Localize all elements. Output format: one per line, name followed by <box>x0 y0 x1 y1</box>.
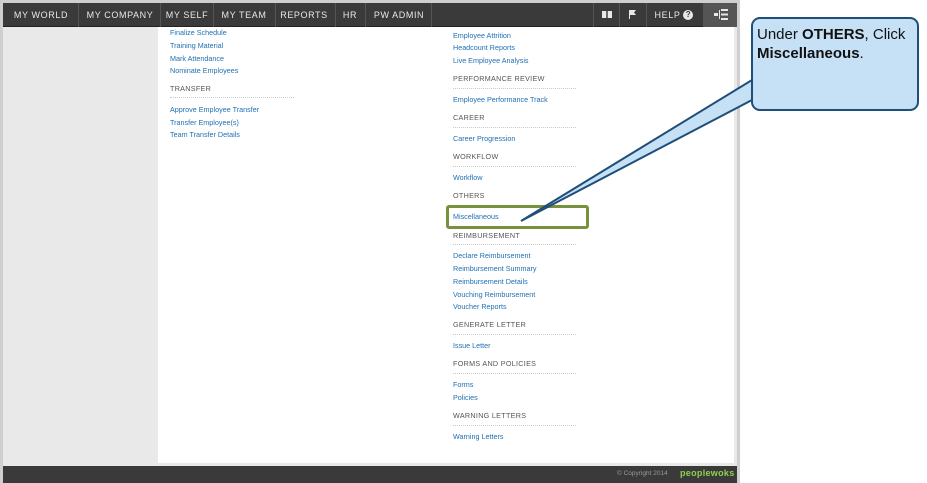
link-live-employee-analysis[interactable]: Live Employee Analysis <box>453 56 529 65</box>
nav-reports[interactable]: REPORTS <box>278 3 330 27</box>
section-divider <box>453 373 576 374</box>
nav-divider <box>78 3 79 27</box>
nav-divider <box>646 3 647 27</box>
link-vouching-reimbursement[interactable]: Vouching Reimbursement <box>453 290 535 299</box>
callout-text-pre: Under <box>757 26 803 43</box>
link-finalize-schedule[interactable]: Finalize Schedule <box>170 28 227 37</box>
copyright-text: © Copyright 2014 <box>617 470 668 477</box>
heading-career: CAREER <box>453 113 485 122</box>
link-headcount-reports[interactable]: Headcount Reports <box>453 43 515 52</box>
help-label: HELP <box>654 10 681 20</box>
help-icon: ? <box>683 9 694 20</box>
nav-divider <box>431 3 432 27</box>
brand-logo: peoplewoks <box>680 468 735 478</box>
heading-forms-and-policies: FORMS AND POLICIES <box>453 359 537 368</box>
link-reimbursement-details[interactable]: Reimbursement Details <box>453 277 528 286</box>
top-navbar: MY WORLD MY COMPANY MY SELF MY TEAM REPO… <box>3 3 737 27</box>
nav-divider <box>619 3 620 27</box>
link-training-material[interactable]: Training Material <box>170 41 223 50</box>
nav-divider <box>335 3 336 27</box>
nav-divider <box>593 3 594 27</box>
heading-reimbursement: REIMBURSEMENT <box>453 231 520 240</box>
link-issue-letter[interactable]: Issue Letter <box>453 341 491 350</box>
nav-my-self[interactable]: MY SELF <box>163 3 211 27</box>
section-divider <box>453 88 576 89</box>
link-nominate-employees[interactable]: Nominate Employees <box>170 66 238 75</box>
nav-pw-admin[interactable]: PW ADMIN <box>368 3 430 27</box>
link-forms[interactable]: Forms <box>453 380 473 389</box>
heading-transfer: TRANSFER <box>170 84 212 93</box>
link-team-transfer-details[interactable]: Team Transfer Details <box>170 130 240 139</box>
section-divider <box>453 334 576 335</box>
link-declare-reimbursement[interactable]: Declare Reimbursement <box>453 251 531 260</box>
section-divider <box>453 425 576 426</box>
link-reimbursement-summary[interactable]: Reimbursement Summary <box>453 264 536 273</box>
nav-divider <box>160 3 161 27</box>
app-root: MY WORLD MY COMPANY MY SELF MY TEAM REPO… <box>0 0 927 483</box>
link-policies[interactable]: Policies <box>453 393 478 402</box>
heading-generate-letter: GENERATE LETTER <box>453 320 527 329</box>
menu-tree-icon[interactable] <box>704 3 737 27</box>
nav-divider <box>213 3 214 27</box>
callout-text-miscellaneous: Miscellaneous <box>757 45 860 62</box>
section-divider <box>453 127 576 128</box>
callout-text-mid: , Click <box>864 26 906 43</box>
help-menu[interactable]: HELP? <box>649 3 699 27</box>
nav-my-world[interactable]: MY WORLD <box>7 3 75 27</box>
link-employee-attrition[interactable]: Employee Attrition <box>453 31 511 40</box>
heading-others: OTHERS <box>453 191 485 200</box>
link-transfer-employees[interactable]: Transfer Employee(s) <box>170 118 239 127</box>
nav-my-company[interactable]: MY COMPANY <box>81 3 159 27</box>
heading-workflow: WORKFLOW <box>453 152 499 161</box>
link-workflow[interactable]: Workflow <box>453 173 482 182</box>
section-divider <box>453 166 576 167</box>
link-warning-letters[interactable]: Warning Letters <box>453 432 503 441</box>
footer-bar: © Copyright 2014 peoplewoks <box>3 466 737 483</box>
link-voucher-reports[interactable]: Voucher Reports <box>453 302 507 311</box>
instruction-callout: Under OTHERS, Click Miscellaneous. <box>751 17 919 111</box>
callout-text-others: OTHERS <box>802 26 865 43</box>
link-approve-employee-transfer[interactable]: Approve Employee Transfer <box>170 105 259 114</box>
link-mark-attendance[interactable]: Mark Attendance <box>170 54 224 63</box>
section-divider <box>170 97 294 98</box>
link-employee-performance-track[interactable]: Employee Performance Track <box>453 95 548 104</box>
highlight-box <box>446 205 589 229</box>
menu-panel <box>158 27 734 463</box>
link-career-progression[interactable]: Career Progression <box>453 134 515 143</box>
nav-divider <box>365 3 366 27</box>
nav-my-team[interactable]: MY TEAM <box>216 3 272 27</box>
nav-hr[interactable]: HR <box>338 3 362 27</box>
nav-divider <box>275 3 276 27</box>
heading-warning-letters: WARNING LETTERS <box>453 411 527 420</box>
heading-performance-review: PERFORMANCE REVIEW <box>453 74 545 83</box>
flag-icon[interactable] <box>622 3 644 27</box>
book-icon[interactable] <box>597 3 617 27</box>
callout-text-post: . <box>859 45 864 62</box>
section-divider <box>453 244 576 245</box>
